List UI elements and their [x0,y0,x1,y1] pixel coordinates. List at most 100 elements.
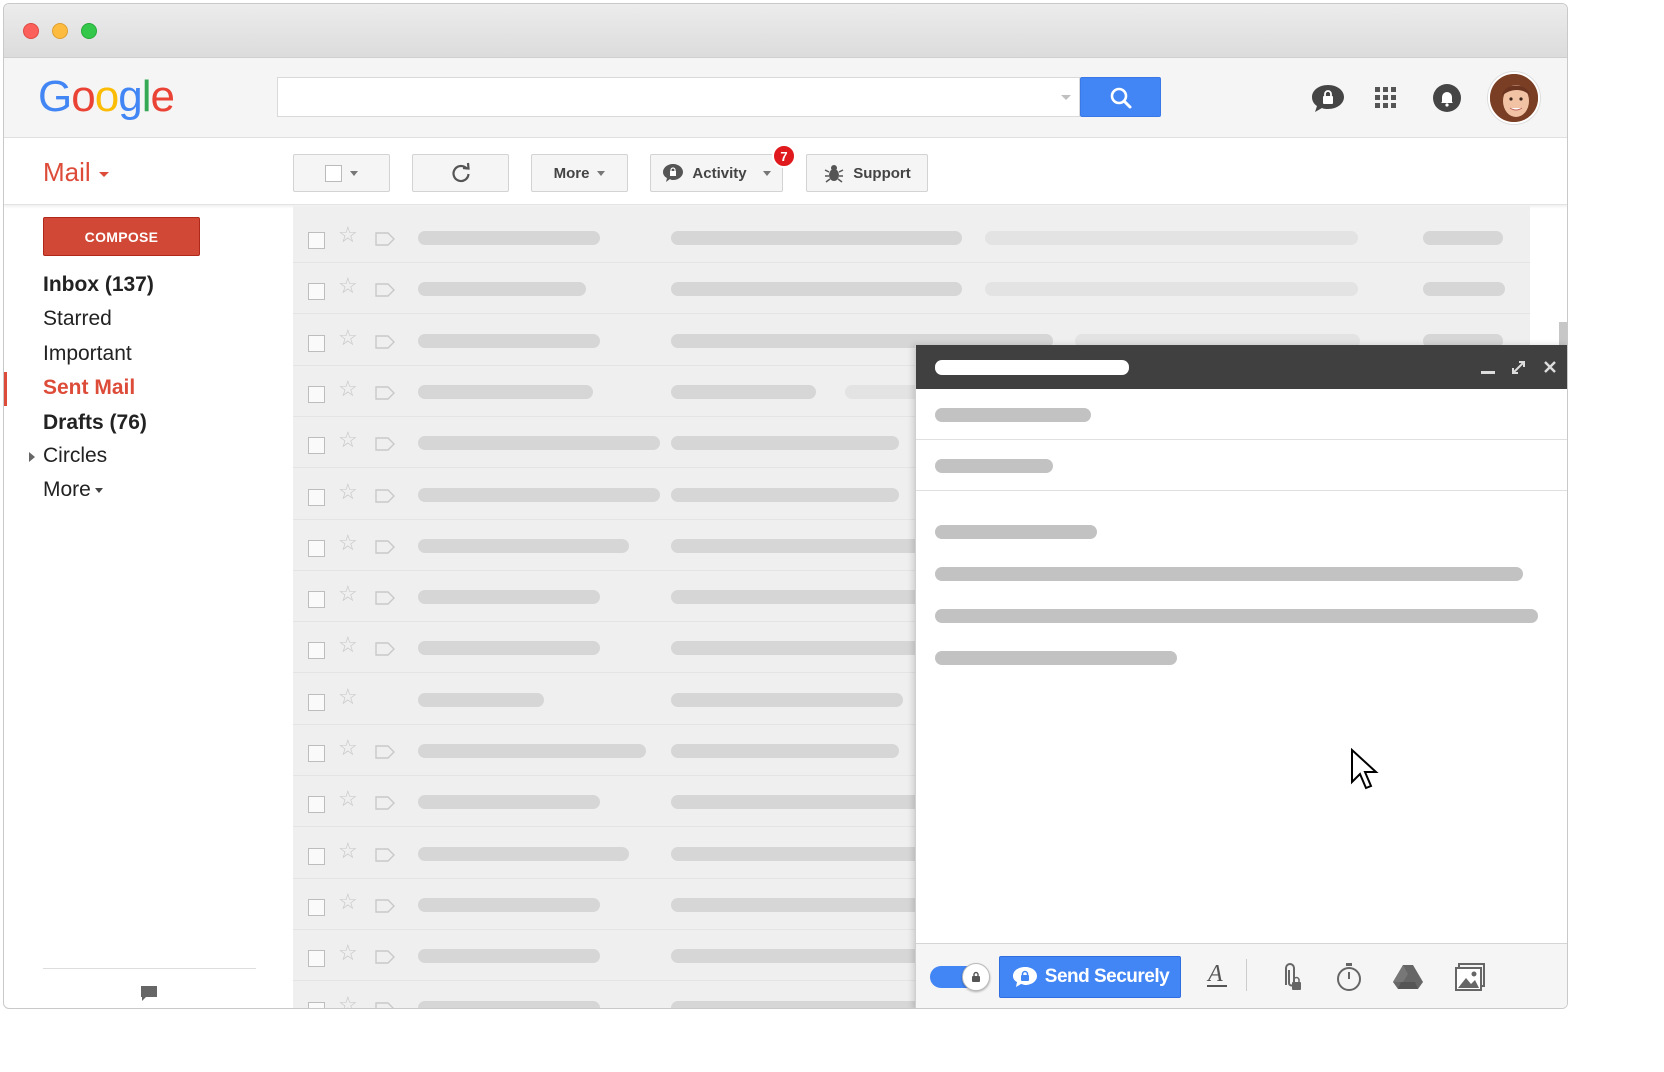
avatar[interactable] [1488,72,1540,124]
chevron-down-icon [762,170,771,176]
row-checkbox[interactable] [308,745,325,762]
row-text-placeholder [1423,231,1503,245]
select-all-dropdown[interactable] [293,154,390,192]
row-checkbox[interactable] [308,488,325,506]
star-icon[interactable]: ☆ [338,479,358,505]
refresh-button[interactable] [412,154,509,192]
minimize-window-button[interactable] [52,23,68,39]
importance-marker-icon[interactable] [375,899,395,913]
apps-grid-icon[interactable] [1375,87,1397,109]
sidebar-item-starred[interactable]: Starred [43,307,112,331]
importance-marker-icon[interactable] [375,232,395,246]
notifications-icon[interactable] [1433,84,1461,112]
row-text-placeholder [418,795,600,810]
row-text-placeholder [671,282,962,297]
row-checkbox[interactable] [308,232,325,249]
star-icon[interactable]: ☆ [338,222,358,248]
more-actions-label: More [553,164,590,182]
drive-icon[interactable] [1392,964,1424,990]
message-body[interactable] [916,492,1567,942]
importance-marker-icon[interactable] [375,437,395,451]
select-all-checkbox[interactable] [325,164,342,182]
importance-marker-icon[interactable] [375,1001,395,1010]
star-icon[interactable]: ☆ [338,684,358,710]
row-checkbox[interactable] [308,950,325,968]
compose-button[interactable]: COMPOSE [43,217,200,256]
sidebar-item-sent-mail[interactable]: Sent Mail [43,376,135,400]
importance-marker-icon[interactable] [375,283,395,297]
row-text-placeholder [418,949,600,964]
minimize-icon[interactable] [1481,365,1495,375]
subject-field[interactable] [916,440,1567,491]
importance-marker-icon[interactable] [375,488,395,503]
star-icon[interactable]: ☆ [338,325,358,351]
search-options-caret-icon[interactable] [1061,95,1071,100]
row-checkbox[interactable] [308,539,325,557]
close-icon[interactable] [1543,360,1557,374]
more-actions-button[interactable]: More [531,154,628,192]
star-icon[interactable]: ☆ [338,735,358,761]
maximize-window-button[interactable] [81,23,97,39]
recipients-field[interactable] [916,389,1567,440]
importance-marker-icon[interactable] [375,591,395,605]
row-checkbox[interactable] [308,1001,325,1008]
star-icon[interactable]: ☆ [338,581,358,607]
timer-icon[interactable] [1335,961,1363,993]
google-logo[interactable]: Google [38,72,175,122]
star-icon[interactable]: ☆ [338,992,358,1009]
star-icon[interactable]: ☆ [338,427,358,453]
row-checkbox[interactable] [308,796,325,814]
star-icon[interactable]: ☆ [338,273,358,299]
importance-marker-icon[interactable] [375,642,395,657]
importance-marker-icon[interactable] [375,745,395,759]
row-checkbox[interactable] [308,437,325,455]
mail-app-switcher[interactable]: Mail [43,157,109,188]
row-checkbox[interactable] [308,591,325,609]
image-icon[interactable] [1455,963,1485,991]
activity-button[interactable]: Activity [650,154,783,192]
chat-icon[interactable] [140,985,158,1003]
importance-marker-icon[interactable] [375,950,395,964]
row-checkbox[interactable] [308,334,325,352]
importance-marker-icon[interactable] [375,847,395,862]
sidebar-item-more[interactable]: More [43,478,103,502]
sidebar-item-circles[interactable]: Circles [43,444,107,468]
compose-header[interactable] [916,345,1567,389]
expand-arrow-icon[interactable] [29,452,35,462]
star-icon[interactable]: ☆ [338,940,358,966]
star-icon[interactable]: ☆ [338,889,358,915]
row-checkbox[interactable] [308,693,325,711]
sidebar-item-drafts[interactable]: Drafts (76) [43,411,147,435]
importance-marker-icon[interactable] [375,386,395,400]
star-icon[interactable]: ☆ [338,838,358,864]
sidebar-item-important[interactable]: Important [43,342,132,366]
secure-toggle[interactable] [930,963,990,991]
star-icon[interactable]: ☆ [338,376,358,402]
importance-marker-icon[interactable] [375,796,395,810]
row-checkbox[interactable] [308,385,325,403]
support-button[interactable]: Support [806,154,928,192]
row-checkbox[interactable] [308,847,325,865]
sidebar-item-inbox[interactable]: Inbox (137) [43,273,154,297]
row-checkbox[interactable] [308,283,325,301]
secure-attachment-icon[interactable] [1278,961,1304,993]
message-row[interactable]: ☆ [293,263,1530,315]
importance-marker-icon[interactable] [375,540,395,554]
close-window-button[interactable] [23,23,39,39]
search-input[interactable] [277,77,1080,117]
row-text-placeholder [418,590,600,605]
message-row[interactable]: ☆ [293,212,1530,263]
row-checkbox[interactable] [308,642,325,660]
secure-chat-icon[interactable] [1310,82,1346,114]
row-text-placeholder [671,795,931,810]
send-securely-button[interactable]: Send Securely [999,956,1181,998]
star-icon[interactable]: ☆ [338,632,358,658]
row-checkbox[interactable] [308,898,325,916]
importance-marker-icon[interactable] [375,334,395,349]
recipients-placeholder [935,408,1091,422]
expand-icon[interactable] [1511,360,1526,375]
search-button[interactable] [1080,77,1161,117]
formatting-icon[interactable]: A [1205,960,1231,990]
star-icon[interactable]: ☆ [338,786,358,812]
star-icon[interactable]: ☆ [338,530,358,556]
